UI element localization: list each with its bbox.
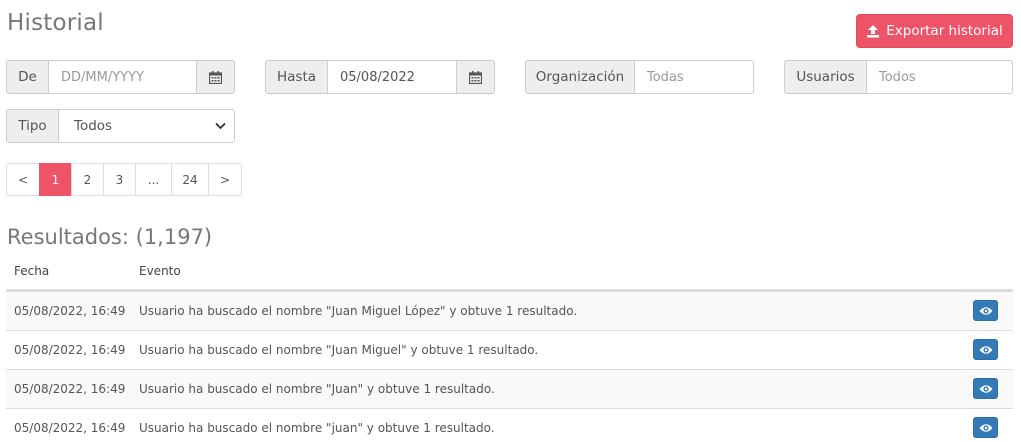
organization-group: Organización Todas [525, 60, 754, 94]
organization-label: Organización [525, 60, 635, 94]
page-ellipsis: ... [135, 163, 172, 196]
view-details-button[interactable] [973, 300, 998, 321]
row-date: 05/08/2022, 16:49 [14, 421, 126, 435]
export-label: Exportar historial [886, 23, 1003, 39]
table-header: Fecha Evento [6, 256, 1013, 291]
eye-icon [979, 306, 992, 315]
column-header-event: Evento [139, 264, 181, 278]
date-to-calendar-button[interactable] [457, 60, 495, 94]
table-row: 05/08/2022, 16:49 Usuario ha buscado el … [6, 330, 1013, 369]
upload-icon [867, 25, 880, 38]
page-button-24[interactable]: 24 [171, 163, 209, 196]
organization-input[interactable]: Todas [635, 60, 754, 94]
date-to-input[interactable]: 05/08/2022 [328, 60, 457, 94]
row-event: Usuario ha buscado el nombre "Juan Migue… [139, 304, 578, 318]
type-label: Tipo [6, 109, 59, 143]
row-date: 05/08/2022, 16:49 [14, 304, 126, 318]
type-selected-value: Todos [74, 118, 113, 134]
table-row: 05/08/2022, 16:49 Usuario ha buscado el … [6, 291, 1013, 330]
table-row: 05/08/2022, 16:49 Usuario ha buscado el … [6, 408, 1013, 442]
page-button-1[interactable]: 1 [39, 163, 72, 196]
date-to-group: Hasta 05/08/2022 [265, 60, 495, 94]
eye-icon [979, 384, 992, 393]
users-group: Usuarios Todos [784, 60, 1013, 94]
row-event: Usuario ha buscado el nombre "juan" y ob… [139, 421, 495, 435]
results-count: Resultados: (1,197) [7, 225, 213, 249]
calendar-icon [469, 70, 482, 84]
view-details-button[interactable] [973, 339, 998, 360]
date-from-group: De DD/MM/YYYY [6, 60, 235, 94]
export-history-button[interactable]: Exportar historial [856, 14, 1013, 48]
page-button-3[interactable]: 3 [103, 163, 136, 196]
date-from-input[interactable]: DD/MM/YYYY [49, 60, 197, 94]
pagination: < 1 2 3 ... 24 > [6, 163, 242, 196]
date-from-calendar-button[interactable] [197, 60, 235, 94]
calendar-icon [209, 70, 222, 84]
row-date: 05/08/2022, 16:49 [14, 382, 126, 396]
type-select[interactable]: Todos [59, 109, 235, 143]
column-header-date: Fecha [14, 264, 50, 278]
page-next-button[interactable]: > [208, 163, 242, 196]
table-row: 05/08/2022, 16:49 Usuario ha buscado el … [6, 369, 1013, 408]
page-title: Historial [7, 10, 104, 36]
chevron-down-icon [215, 122, 226, 130]
type-group: Tipo Todos [6, 109, 235, 143]
users-label: Usuarios [784, 60, 867, 94]
users-input[interactable]: Todos [867, 60, 1013, 94]
row-date: 05/08/2022, 16:49 [14, 343, 126, 357]
view-details-button[interactable] [973, 378, 998, 399]
eye-icon [979, 345, 992, 354]
date-from-label: De [6, 60, 49, 94]
row-event: Usuario ha buscado el nombre "Juan" y ob… [139, 382, 495, 396]
eye-icon [979, 423, 992, 432]
view-details-button[interactable] [973, 417, 998, 438]
date-to-label: Hasta [265, 60, 328, 94]
page-prev-button[interactable]: < [6, 163, 40, 196]
page-button-2[interactable]: 2 [71, 163, 104, 196]
row-event: Usuario ha buscado el nombre "Juan Migue… [139, 343, 539, 357]
